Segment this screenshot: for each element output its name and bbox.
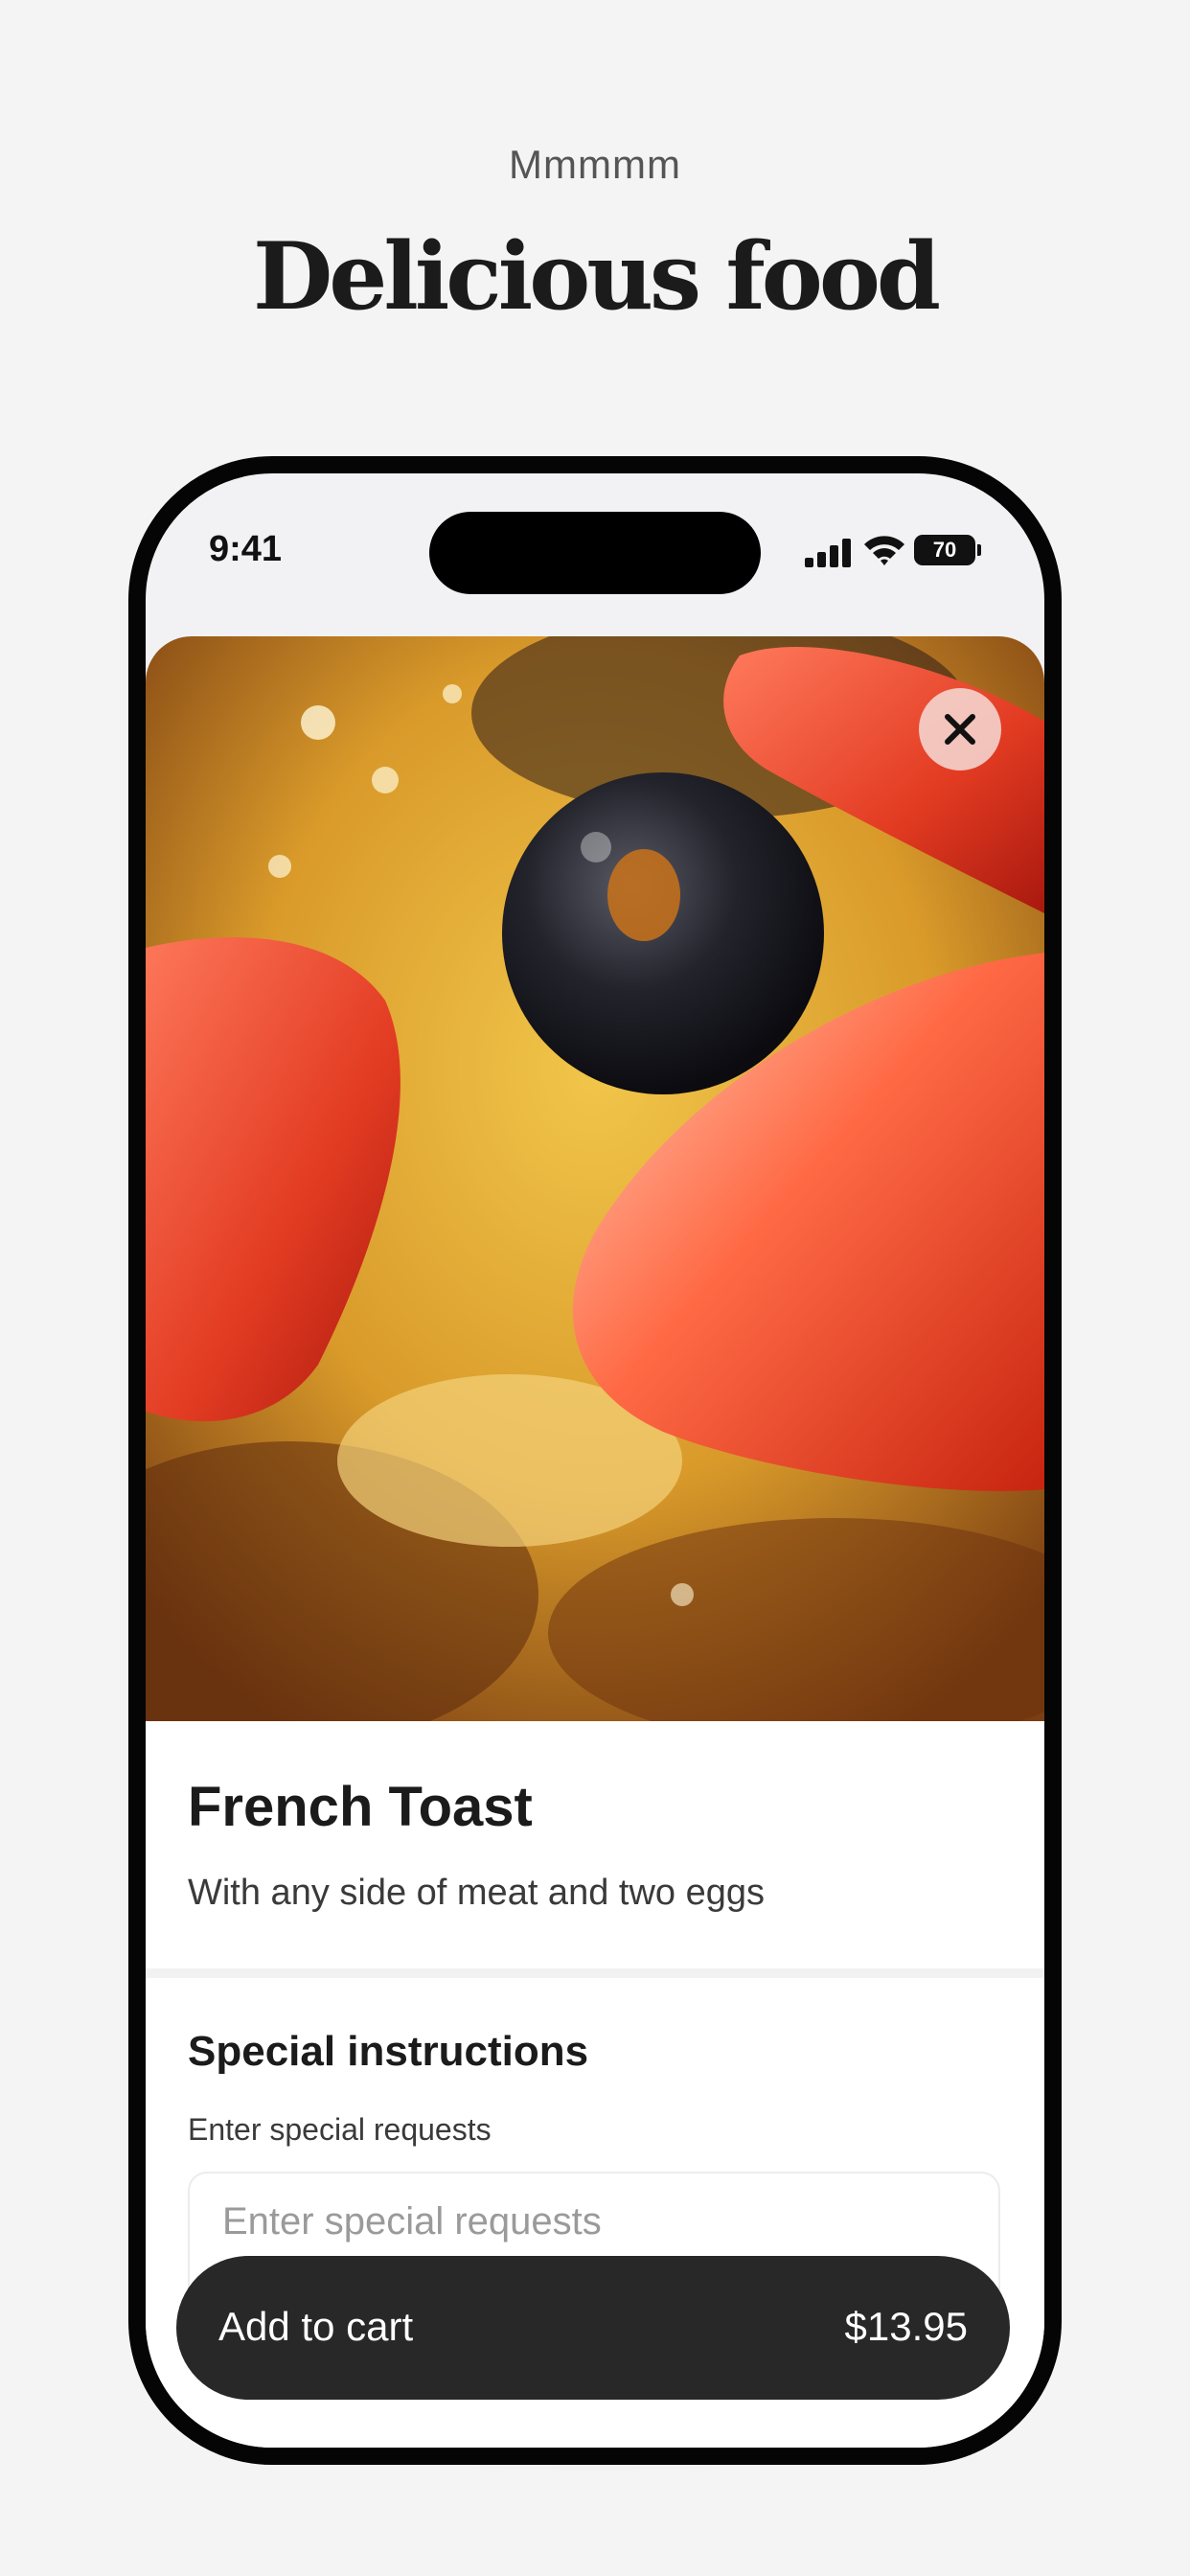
wifi-icon bbox=[864, 536, 904, 565]
phone-screen: 9:41 70 French Toast With any side of me… bbox=[146, 473, 1044, 2448]
close-button[interactable] bbox=[919, 688, 1001, 770]
item-sheet: French Toast With any side of meat and t… bbox=[146, 636, 1044, 2448]
item-description: With any side of meat and two eggs bbox=[188, 1873, 765, 1913]
cart-price: $13.95 bbox=[844, 2304, 968, 2349]
close-icon bbox=[945, 714, 975, 745]
special-instructions-helper: Enter special requests bbox=[188, 2112, 492, 2147]
special-instructions-title: Special instructions bbox=[188, 2028, 589, 2075]
battery-icon: 70 bbox=[914, 535, 975, 565]
status-icons: 70 bbox=[805, 531, 981, 569]
status-bar: 9:41 70 bbox=[146, 473, 1044, 617]
section-divider bbox=[146, 1968, 1044, 1978]
promo-headline: Delicious food bbox=[253, 222, 941, 331]
phone-frame: 9:41 70 French Toast With any side of me… bbox=[128, 456, 1062, 2465]
dynamic-island bbox=[429, 512, 761, 594]
battery-tip bbox=[977, 544, 981, 556]
add-to-cart-button[interactable]: Add to cart $13.95 bbox=[176, 2256, 1010, 2400]
promo-eyebrow: Mmmmm bbox=[509, 142, 681, 187]
french-toast-photo bbox=[146, 636, 1044, 1721]
cellular-signal-icon bbox=[805, 537, 855, 567]
status-time: 9:41 bbox=[209, 529, 283, 569]
food-photo-illustration bbox=[146, 636, 1044, 1721]
add-to-cart-label: Add to cart bbox=[218, 2304, 414, 2349]
item-title: French Toast bbox=[188, 1776, 533, 1838]
